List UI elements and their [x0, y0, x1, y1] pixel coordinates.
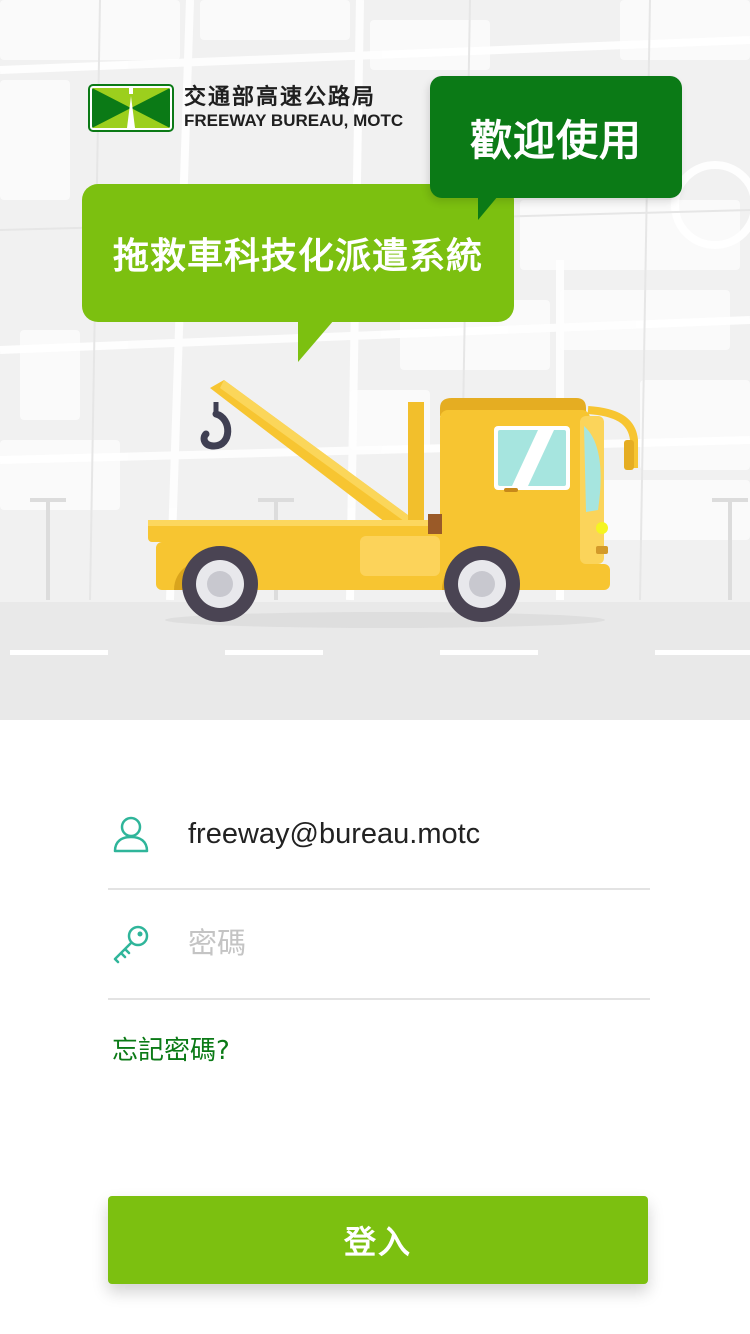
freeway-bureau-logo-icon	[88, 84, 174, 132]
password-field	[108, 890, 650, 1000]
system-name-bubble-tail	[298, 320, 334, 362]
email-field	[108, 780, 650, 890]
welcome-text: 歡迎使用	[469, 115, 642, 165]
tow-truck-icon	[148, 380, 638, 622]
logo-name-en: FREEWAY BUREAU, MOTC	[184, 111, 404, 130]
freeway-bureau-logo: 交通部高速公路局 FREEWAY BUREAU, MOTC	[88, 84, 403, 132]
logo-name-zh: 交通部高速公路局	[184, 85, 377, 110]
system-name: 拖救車科技化派遣系統	[112, 236, 483, 277]
login-button[interactable]: 登入	[108, 1196, 648, 1284]
welcome-bubble-tail	[478, 196, 498, 220]
hero-banner: 交通部高速公路局 FREEWAY BUREAU, MOTC 拖救車科技化派遣系統…	[0, 0, 750, 720]
email-input[interactable]	[188, 817, 628, 851]
key-icon	[113, 925, 149, 964]
user-icon	[113, 816, 149, 853]
forgot-password-link[interactable]: 忘記密碼?	[112, 1030, 230, 1067]
welcome-bubble: 歡迎使用	[430, 76, 682, 198]
password-input[interactable]	[188, 927, 628, 961]
system-name-bubble: 拖救車科技化派遣系統	[82, 184, 514, 322]
login-screen: 交通部高速公路局 FREEWAY BUREAU, MOTC 拖救車科技化派遣系統…	[0, 0, 750, 1334]
